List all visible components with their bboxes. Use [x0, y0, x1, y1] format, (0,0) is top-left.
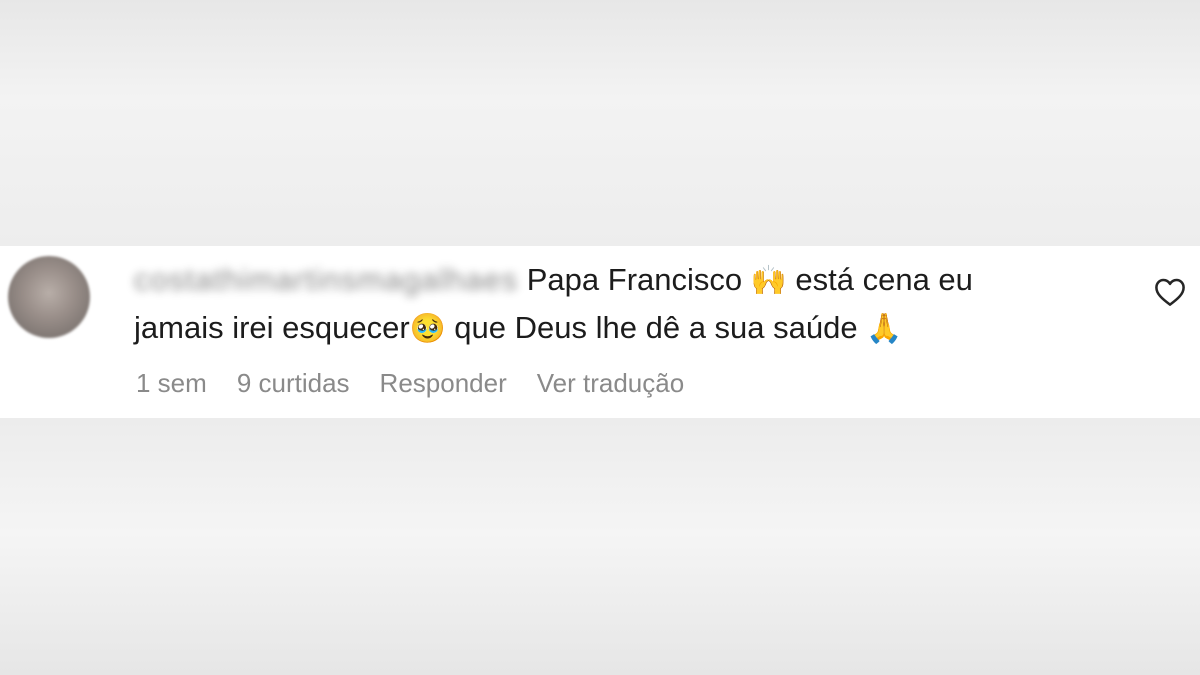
- raised-hands-emoji-icon: 🙌: [750, 263, 787, 297]
- like-button[interactable]: [1150, 274, 1190, 310]
- comment-body: costathimartinsmagalhaes Papa Francisco …: [134, 256, 1094, 352]
- comment-username[interactable]: costathimartinsmagalhaes: [134, 256, 518, 303]
- comment-text: costathimartinsmagalhaes Papa Francisco …: [134, 256, 1094, 352]
- praying-hands-emoji-icon: 🙏: [866, 311, 903, 345]
- user-avatar[interactable]: [8, 256, 90, 338]
- translate-button[interactable]: Ver tradução: [537, 368, 684, 399]
- comment-text-part: que Deus lhe dê a sua saúde: [454, 310, 858, 345]
- background-top: [0, 0, 1200, 246]
- reply-button[interactable]: Responder: [380, 368, 507, 399]
- comment-card: costathimartinsmagalhaes Papa Francisco …: [0, 246, 1200, 418]
- background-bottom: [0, 418, 1200, 675]
- comment-meta-row: 1 sem 9 curtidas Responder Ver tradução: [136, 366, 684, 400]
- comment-text-part: jamais irei esquecer: [134, 310, 410, 345]
- comment-text-part: Papa Francisco: [526, 262, 743, 297]
- comment-likes-count[interactable]: 9 curtidas: [237, 368, 350, 399]
- crying-face-emoji-icon: 🥹: [409, 311, 446, 345]
- heart-outline-icon: [1155, 278, 1185, 306]
- comment-text-part: está cena eu: [795, 262, 973, 297]
- comment-timestamp: 1 sem: [136, 367, 207, 398]
